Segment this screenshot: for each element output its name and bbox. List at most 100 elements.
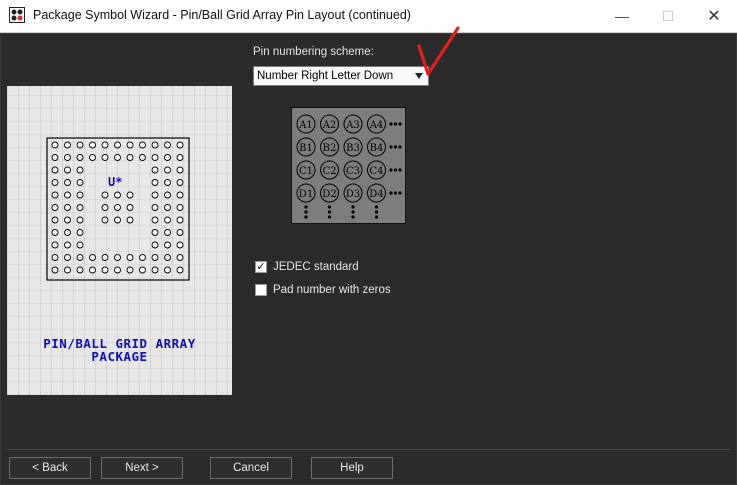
continuation-dot [398,145,402,149]
ball-pad [176,166,184,174]
pin-label: A4 [369,120,384,131]
ball-pad [64,166,71,174]
jedec-option[interactable]: ✓ JEDEC standard [255,259,359,275]
pad-zeros-option[interactable]: Pad number with zeros [255,282,391,298]
continuation-dot [304,205,308,209]
continuation-dot [389,168,393,172]
ball-pad [76,266,84,274]
ball-pad [164,141,171,149]
ball-pad [151,154,159,161]
continuation-dot [327,215,332,219]
ball-pad [101,266,109,274]
ball-pad [64,191,71,199]
ball-pad [114,154,121,161]
window-title: Package Symbol Wizard - Pin/Ball Grid Ar… [33,8,411,22]
cancel-button[interactable]: Cancel [210,457,292,479]
pin-label: D4 [369,189,383,200]
ball-pad [101,191,109,199]
package-preview-image: U* PIN/BALL GRID ARRAY PACKAGE [7,86,232,395]
ball-pad [76,229,84,236]
ball-pad [139,254,146,261]
ball-pad [64,229,71,236]
ball-pad [176,241,184,249]
pin-label: A3 [345,120,360,131]
ball-pad [164,254,171,261]
ball-pad [51,191,59,199]
help-button[interactable]: Help [311,457,393,479]
ball-pad [164,204,171,211]
ball-pad [126,266,134,274]
ball-pad [176,191,184,199]
component-designator: U* [108,175,123,189]
ball-pad [64,141,71,149]
ball-pad [139,154,146,161]
ball-pad [176,154,184,161]
ball-pad [76,154,84,161]
ball-pad [176,204,184,211]
continuation-dot [393,122,398,126]
ball-pad [114,254,121,261]
pin-label: D2 [322,189,336,200]
close-button[interactable]: ✕ [691,0,737,32]
pin-numbering-select[interactable]: Number Right Letter Down [253,66,429,86]
pin-label: C1 [299,166,313,177]
minimize-button[interactable]: — [599,0,645,32]
jedec-checkbox[interactable]: ✓ [255,261,267,273]
continuation-dot [374,215,379,219]
ball-pad [164,154,171,161]
ball-pad [164,216,171,224]
pin-layout-diagram: A1 A2 A3 A4 B1 B2 B3 B4 C1 C2 C3 C4 D1 D2 D3 D4 [296,114,402,219]
pin-layout-preview: A1 A2 A3 A4 B1 B2 B3 B4 C1 C2 C3 C4 D1 D2 D3 D4 [291,107,406,224]
ball-pad [164,191,171,199]
ball-pad [64,266,71,274]
ball-pad [64,254,71,261]
back-button[interactable]: < Back [9,457,91,479]
ball-pad [76,216,84,224]
ball-pad [89,141,96,149]
ball-pad [51,241,59,249]
pad-zeros-checkbox[interactable] [255,284,267,296]
pin-label: D1 [299,189,313,200]
ball-pad [151,266,159,274]
continuation-dot [374,205,379,209]
pin-numbering-label: Pin numbering scheme: [253,46,374,58]
pin-label: A1 [298,120,313,131]
ball-pad [151,241,159,249]
ball-pad [76,254,84,261]
pin-label: B4 [370,143,384,154]
button-separator [7,449,730,450]
ball-pad [139,266,146,274]
continuation-dot [327,210,332,214]
maximize-button[interactable]: ☐ [645,0,691,32]
pad-zeros-label: Pad number with zeros [273,284,391,296]
pin-label: C4 [369,166,383,177]
red-checkmark-annotation [417,26,460,76]
continuation-dot [393,191,398,195]
ball-pad [126,216,134,224]
pin-label: C2 [322,166,336,177]
pin-numbering-selected-value: Number Right Letter Down [257,70,394,82]
ball-pad [164,241,171,249]
ball-pad [126,154,134,161]
continuation-dot [393,168,398,172]
ball-pad [76,241,84,249]
ball-pad [114,266,121,274]
ball-pad [114,191,121,199]
ball-pad [64,179,71,186]
ball-pad [151,254,159,261]
pin-label: C3 [346,166,360,177]
ball-pad [139,141,146,149]
ball-pad [151,179,159,186]
ball-pad [76,191,84,199]
ball-pad [51,216,59,224]
ball-pad [114,141,121,149]
continuation-dot [389,122,393,126]
ball-pad [89,254,96,261]
pin-label: A2 [322,120,337,131]
next-button[interactable]: Next > [101,457,183,479]
ball-pad [101,154,109,161]
ball-pad [164,166,171,174]
ball-pad [76,204,84,211]
ball-pad [101,216,109,224]
continuation-dot [374,210,379,214]
